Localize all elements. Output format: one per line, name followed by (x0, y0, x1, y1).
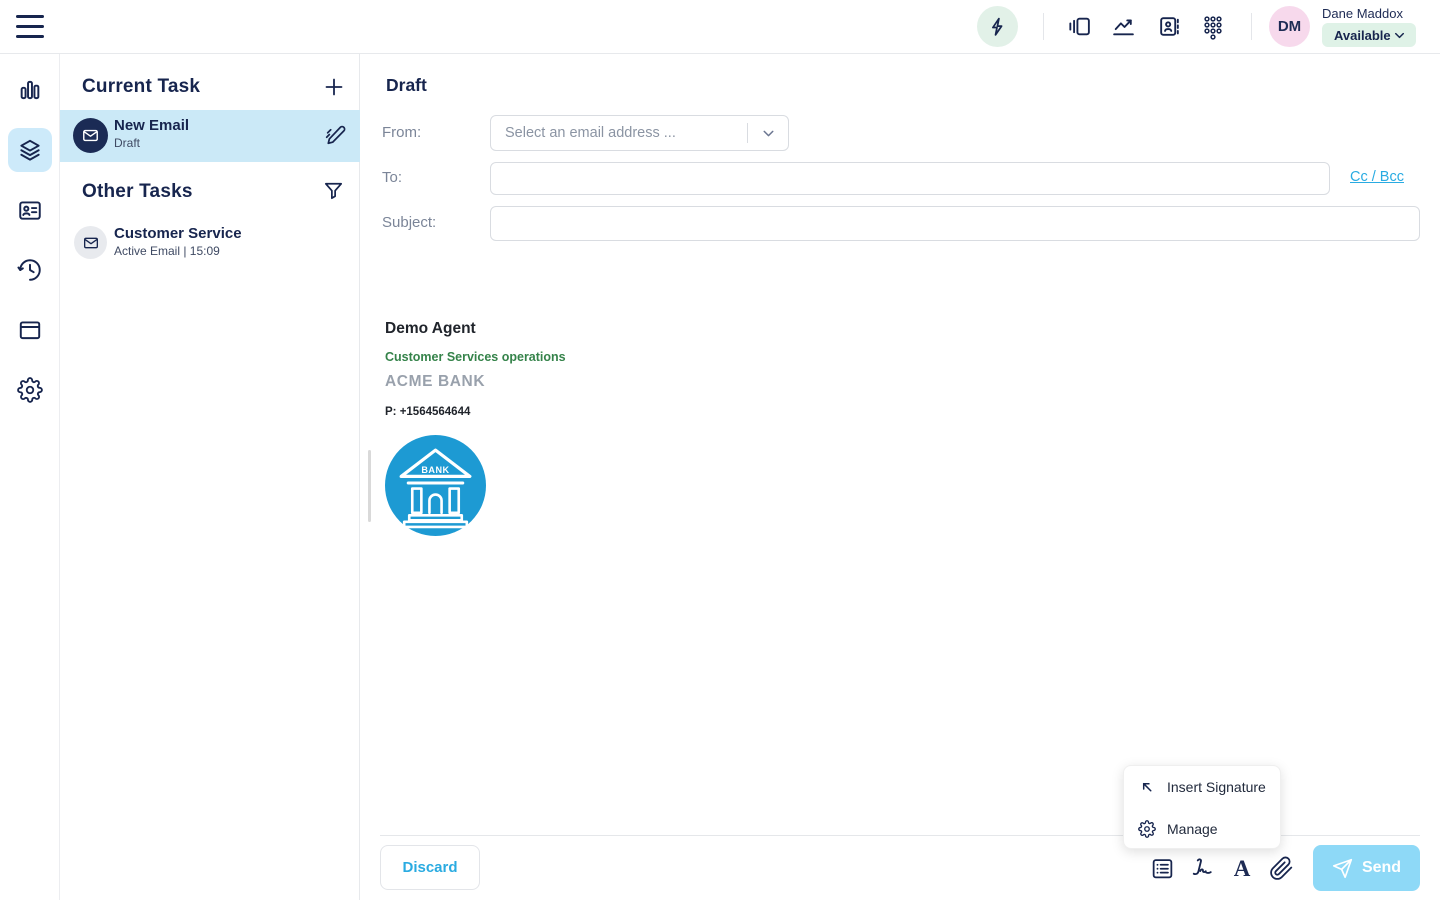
add-task-button[interactable] (322, 75, 346, 99)
browser-window-icon (17, 317, 43, 343)
user-name: Dane Maddox (1322, 6, 1403, 21)
topbar: DM Dane Maddox Available (0, 0, 1440, 54)
line-chart-icon (1111, 14, 1136, 39)
signature-popup-menu: Insert Signature Manage (1123, 765, 1281, 849)
attachment-button[interactable] (1268, 854, 1294, 882)
from-placeholder: Select an email address ... (505, 125, 747, 141)
draft-composer: Draft From: Select an email address ... … (360, 54, 1440, 900)
menu-item-label: Insert Signature (1167, 779, 1266, 795)
signature-department: Customer Services operations (385, 350, 566, 364)
topbar-divider (1043, 13, 1044, 40)
side-panels-icon (1067, 14, 1092, 39)
task-subtitle: Active Email | 15:09 (114, 244, 220, 258)
status-dropdown[interactable]: Available (1322, 23, 1416, 47)
manage-signatures-menu-item[interactable]: Manage (1124, 808, 1280, 850)
address-book-icon (1157, 14, 1182, 39)
chevron-down-icon (760, 125, 777, 142)
contact-card-icon (17, 197, 43, 223)
performance-button[interactable] (1111, 14, 1136, 39)
subject-label: Subject: (382, 214, 436, 231)
dialpad-button[interactable] (1202, 14, 1227, 39)
letter-a-icon: A (1234, 857, 1251, 880)
task-avatar (74, 226, 107, 259)
panels-button[interactable] (1067, 14, 1092, 39)
cc-bcc-link[interactable]: Cc / Bcc (1350, 169, 1404, 185)
chevron-down-icon (1392, 28, 1407, 43)
menu-item-label: Manage (1167, 821, 1218, 837)
gear-icon (1138, 820, 1156, 838)
gear-icon (17, 377, 43, 403)
task-avatar (73, 118, 108, 153)
to-label: To: (382, 169, 402, 186)
clock-history-icon (17, 257, 43, 283)
sidebar-item-interactions[interactable] (17, 137, 43, 163)
dialpad-icon (1202, 14, 1224, 40)
current-task-header: Current Task (82, 76, 200, 98)
envelope-icon (82, 127, 99, 144)
status-label: Available (1334, 28, 1391, 43)
layers-icon (17, 137, 43, 163)
topbar-divider (1251, 13, 1252, 40)
pen-compose-icon (324, 124, 347, 147)
avatar-initials: DM (1278, 18, 1301, 35)
send-button[interactable]: Send (1313, 845, 1420, 891)
app-root: DM Dane Maddox Available Current Task (0, 0, 1440, 900)
send-label: Send (1362, 859, 1401, 877)
sidebar-item-history[interactable] (17, 257, 43, 283)
paper-plane-icon (1332, 858, 1353, 879)
user-avatar[interactable]: DM (1269, 6, 1310, 47)
subject-input[interactable] (490, 206, 1420, 241)
hamburger-menu-icon[interactable] (16, 15, 44, 38)
bank-logo: BANK (385, 435, 486, 536)
task-row-customer-service[interactable]: Customer Service Active Email | 15:09 (60, 216, 360, 270)
lightning-icon (987, 16, 1009, 38)
canned-responses-button[interactable] (1149, 854, 1175, 882)
lightning-button[interactable] (977, 6, 1018, 47)
signature-name: Demo Agent (385, 320, 566, 338)
task-subtitle: Draft (114, 136, 140, 150)
arrow-up-left-icon (1138, 778, 1156, 796)
plus-icon (322, 75, 346, 99)
task-title: New Email (114, 117, 189, 134)
bar-chart-icon (17, 77, 43, 103)
signature-phone: P: +1564564644 (385, 406, 566, 418)
signature-menu-button[interactable] (1188, 854, 1214, 882)
filter-tasks-button[interactable] (322, 179, 345, 202)
task-row-new-email[interactable]: New Email Draft (60, 110, 360, 162)
envelope-icon (83, 235, 99, 251)
to-input[interactable] (490, 162, 1330, 195)
paperclip-icon (1269, 856, 1294, 881)
list-box-icon (1150, 856, 1175, 881)
body-scrollbar[interactable] (368, 450, 371, 522)
email-body-signature[interactable]: Demo Agent Customer Services operations … (385, 320, 566, 536)
font-format-button[interactable]: A (1229, 854, 1255, 882)
other-tasks-header: Other Tasks (82, 181, 193, 203)
insert-signature-menu-item[interactable]: Insert Signature (1124, 766, 1280, 808)
task-title: Customer Service (114, 225, 242, 242)
from-label: From: (382, 124, 421, 141)
sidebar-item-settings[interactable] (17, 377, 43, 403)
icon-rail (0, 54, 60, 900)
sidebar-item-analytics[interactable] (17, 77, 43, 103)
page-title: Draft (386, 75, 427, 96)
funnel-icon (322, 179, 345, 202)
sidebar-item-contacts[interactable] (17, 197, 43, 223)
signature-company: ACME BANK (385, 373, 566, 391)
signature-icon (1188, 855, 1214, 881)
sidebar-item-apps[interactable] (17, 317, 43, 343)
bank-logo-text: BANK (421, 465, 449, 475)
discard-button[interactable]: Discard (380, 845, 480, 890)
from-select[interactable]: Select an email address ... (490, 115, 789, 151)
contacts-button[interactable] (1157, 14, 1182, 39)
compose-button[interactable] (324, 124, 347, 147)
task-panel: Current Task New Email Draft Other Tasks… (60, 54, 360, 900)
